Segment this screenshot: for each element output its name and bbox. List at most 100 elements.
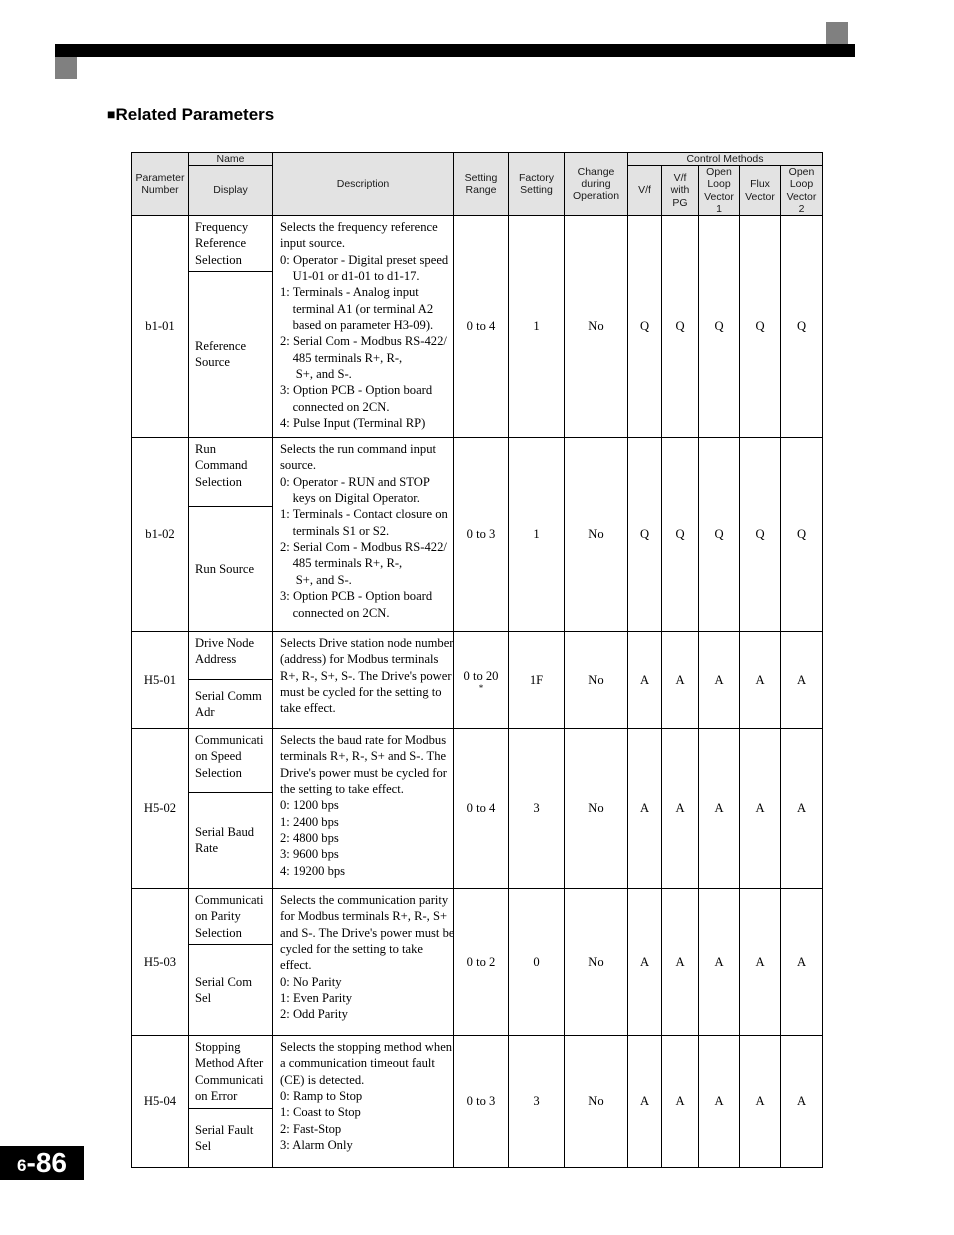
table-row: b1-01 Frequency Reference Selection Select… <box>131 214 823 438</box>
description-option: 0: 1200 bps <box>280 798 339 813</box>
cell-change-during-operation: No <box>564 1035 628 1169</box>
cell-change-during-operation: No <box>564 214 628 438</box>
setting-range-value: 0 to 4 <box>466 319 496 334</box>
description-option: 1: Terminals - Contact closure on termin… <box>280 507 448 538</box>
cell-control-vf-with-pg: A <box>661 630 699 729</box>
header-change-during-operation: Change during Operation <box>564 152 628 216</box>
header-control-vf: V/f <box>627 165 662 216</box>
description-intro: Selects the baud rate for Modbus termina… <box>280 732 447 797</box>
cell-control-flux-vector: Q <box>739 214 781 438</box>
cell-setting-range: 0 to 3 <box>453 1035 509 1169</box>
cell-control-open-loop-vector-1: A <box>698 1035 740 1169</box>
cell-control-flux-vector: A <box>739 1035 781 1169</box>
cell-control-open-loop-vector-2: A <box>780 887 823 1037</box>
description-option: 0: No Parity <box>280 974 342 989</box>
table-row: H5-03 Communicati on Parity Selection Sele… <box>131 887 823 1037</box>
description-option: 1: Coast to Stop <box>280 1105 361 1120</box>
cell-control-flux-vector: Q <box>739 436 781 632</box>
cell-parameter-number: H5-04 <box>131 1035 189 1169</box>
cell-display-name: Run Source <box>188 505 273 632</box>
description-option: 4: 19200 bps <box>280 863 346 878</box>
page-number-page: -86 <box>26 1147 67 1178</box>
cell-control-vf-with-pg: Q <box>661 436 699 632</box>
description-option: 0: Ramp to Stop <box>280 1089 363 1104</box>
cell-control-flux-vector: A <box>739 630 781 729</box>
cell-name: Frequency Reference Selection <box>188 214 273 272</box>
cell-control-open-loop-vector-2: Q <box>780 436 823 632</box>
cell-display-name: Serial Comm Adr <box>188 678 273 729</box>
description-option: 2: Serial Com - Modbus RS-422/ 485 termi… <box>280 334 447 382</box>
header-name: Name <box>188 151 273 167</box>
description-option: 2: Odd Parity <box>280 1007 348 1022</box>
cell-name: Stopping Method After Communicati on Err… <box>188 1035 273 1110</box>
header-control-vf-with-pg: V/f with PG <box>661 165 699 216</box>
cell-change-during-operation: No <box>564 727 628 889</box>
header-control-methods: Control Methods <box>627 151 823 167</box>
header-description: Description <box>272 152 454 216</box>
description-intro: Selects Drive station node number (addre… <box>280 635 454 716</box>
cell-control-open-loop-vector-1: A <box>698 887 740 1037</box>
cell-description: Selects Drive station node number (addre… <box>272 630 454 729</box>
cell-setting-range: 0 to 4 <box>453 727 509 889</box>
description-intro: Selects the stopping method when a commu… <box>280 1040 453 1087</box>
cell-control-vf: A <box>627 887 662 1037</box>
description-intro: Selects the run command input source. <box>280 441 436 473</box>
cell-control-vf-with-pg: A <box>661 727 699 889</box>
description-option: 0: Operator - Digital preset speed U1-01… <box>280 252 449 283</box>
description-intro: Selects the frequency reference input so… <box>280 219 438 251</box>
description-option: 1: Even Parity <box>280 991 353 1006</box>
cell-description: Selects the run command input source. 0: … <box>272 436 454 632</box>
cell-setting-range: 0 to 2 <box>453 887 509 1037</box>
header-setting-range: Setting Range <box>453 152 509 216</box>
cell-control-flux-vector: A <box>739 727 781 889</box>
cell-factory-setting: 3 <box>508 1035 565 1169</box>
header-factory-setting: Factory Setting <box>508 152 565 216</box>
cell-control-vf: Q <box>627 214 662 438</box>
related-parameters-table: Parameter Number Name Description Settin… <box>131 151 823 1169</box>
table-header: Parameter Number Name Description Settin… <box>131 151 823 216</box>
cell-setting-range: 0 to 4 <box>453 214 509 438</box>
cell-description: Selects the stopping method when a commu… <box>272 1035 454 1169</box>
description-option: 0: Operator - RUN and STOP keys on Digit… <box>280 474 430 506</box>
cell-control-open-loop-vector-1: A <box>698 630 740 729</box>
cell-display-name: Serial Baud Rate <box>188 791 273 889</box>
cell-control-open-loop-vector-2: Q <box>780 214 823 438</box>
cell-factory-setting: 3 <box>508 727 565 889</box>
cell-control-vf: A <box>627 727 662 889</box>
description-option: 1: 2400 bps <box>280 814 339 829</box>
cell-control-open-loop-vector-1: Q <box>698 214 740 438</box>
header-row-top: Parameter Number Name Description Settin… <box>131 151 823 216</box>
cell-description: Selects the frequency reference input so… <box>272 214 454 438</box>
table-row: H5-01 Drive Node Address Selects Drive sta… <box>131 630 823 729</box>
cell-display-name: Serial Com Sel <box>188 944 273 1037</box>
cell-control-open-loop-vector-1: A <box>698 727 740 889</box>
header-display: Display <box>188 165 273 216</box>
section-heading: ■Related Parameters <box>107 105 274 125</box>
table-body: b1-01 Frequency Reference Selection Select… <box>131 214 823 1169</box>
setting-range-value: 0 to 2 <box>466 954 496 969</box>
table-row: b1-02 Run Command Selection Selects the ru… <box>131 436 823 632</box>
setting-range-value: 0 to 4 <box>466 801 496 816</box>
page-number-badge: 6 -86 <box>0 1146 84 1180</box>
section-heading-label: Related Parameters <box>115 105 275 124</box>
header-square-right <box>826 22 848 44</box>
cell-factory-setting: 1 <box>508 214 565 438</box>
cell-display-name: Reference Source <box>188 270 273 438</box>
description-option: 2: Fast-Stop <box>280 1121 342 1136</box>
cell-control-flux-vector: A <box>739 887 781 1037</box>
cell-name: Communicati on Parity Selection <box>188 887 273 946</box>
cell-parameter-number: b1-01 <box>131 214 189 438</box>
setting-range-value: 0 to 3 <box>466 1094 496 1109</box>
table-row: H5-04 Stopping Method After Communicati o… <box>131 1035 823 1169</box>
header-control-open-loop-vector-1: Open Loop Vector 1 <box>698 165 740 216</box>
cell-description: Selects the baud rate for Modbus termina… <box>272 727 454 889</box>
cell-control-vf-with-pg: A <box>661 1035 699 1169</box>
cell-change-during-operation: No <box>564 630 628 729</box>
description-option: 1: Terminals - Analog input terminal A1 … <box>280 285 434 333</box>
description-intro: Selects the communication parity for Mod… <box>280 892 455 973</box>
cell-control-open-loop-vector-2: A <box>780 630 823 729</box>
cell-change-during-operation: No <box>564 887 628 1037</box>
setting-range-value: 0 to 20 <box>463 668 499 683</box>
cell-parameter-number: H5-02 <box>131 727 189 889</box>
cell-setting-range: 0 to 20 * <box>453 630 509 729</box>
